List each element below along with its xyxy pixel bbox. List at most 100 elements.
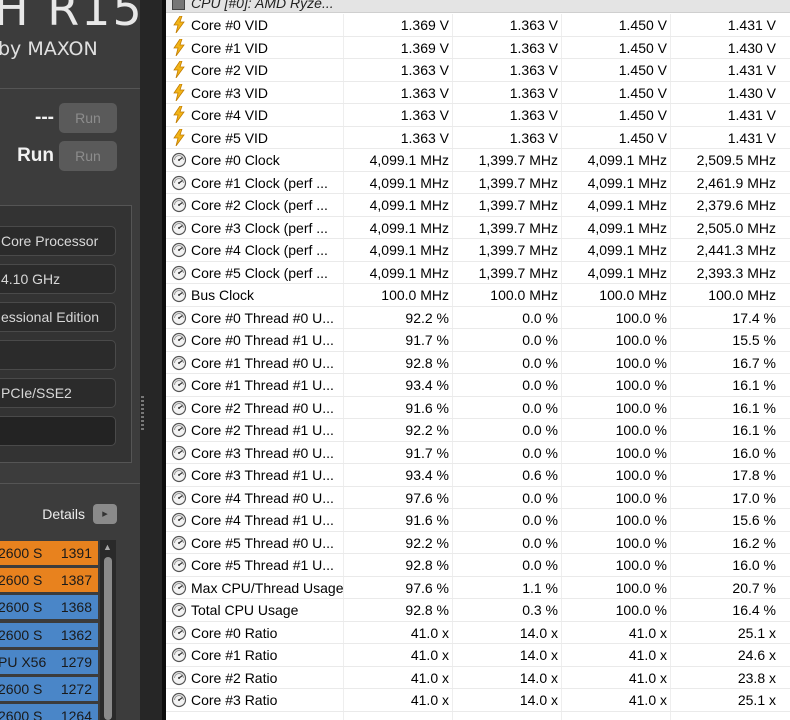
sensor-row[interactable]: Core #3 Thread #0 U... 91.7 % 0.0 % 100.0 %… bbox=[166, 442, 790, 464]
sensor-group-header[interactable]: CPU [#0]: AMD Ryze... bbox=[166, 0, 790, 13]
ranking-entry[interactable]: 2600 S 1368 bbox=[0, 595, 98, 620]
ranking-entry[interactable]: PU X56 1279 bbox=[0, 649, 98, 674]
sensor-row[interactable]: Max CPU/Thread Usage 97.6 % 1.1 % 100.0 % 20… bbox=[166, 577, 790, 599]
sensor-row[interactable]: Core #1 VID 1.369 V 1.363 V 1.450 V 1.430 V bbox=[166, 37, 790, 59]
run-row-cpu: Run Run bbox=[0, 141, 140, 171]
sensor-label: Core #3 Ratio bbox=[191, 692, 278, 708]
window-divider bbox=[140, 0, 162, 720]
run-button[interactable]: Run bbox=[59, 103, 117, 133]
sensor-current-value: 93.4 % bbox=[405, 377, 449, 393]
sensor-row[interactable]: Core #5 Clock (perf ... 4,099.1 MHz 1,399.… bbox=[166, 262, 790, 284]
sensor-average-value: 25.1 x bbox=[737, 692, 776, 708]
clock-field: 4.10 GHz bbox=[0, 264, 116, 294]
sensor-minimum-value: 0.0 % bbox=[522, 422, 558, 438]
sensor-row[interactable]: Core #0 Ratio 41.0 x 14.0 x 41.0 x 25.1 x bbox=[166, 622, 790, 644]
sensor-maximum-value: 41.0 x bbox=[628, 669, 667, 686]
details-button[interactable]: ▸ bbox=[93, 504, 117, 524]
sensor-label: Core #0 Thread #0 U... bbox=[191, 309, 334, 326]
sensor-rows: Core #0 VID 1.369 V 1.363 V 1.450 V 1.431 VC… bbox=[166, 14, 790, 712]
sensor-row[interactable]: Core #4 Clock (perf ... 4,099.1 MHz 1,399.… bbox=[166, 239, 790, 262]
ranking-entry[interactable]: 2600 S 1391 bbox=[0, 541, 98, 565]
ranking-entry[interactable]: 2600 S 1387 bbox=[0, 568, 98, 593]
sensor-row[interactable]: Core #1 Thread #0 U... 92.8 % 0.0 % 100.0 %… bbox=[166, 352, 790, 374]
sensor-label: Core #5 Clock (perf ... bbox=[191, 264, 328, 281]
sensor-maximum-value: 100.0 % bbox=[615, 332, 667, 348]
sensor-average-value: 1.430 V bbox=[727, 39, 776, 56]
sensor-maximum-value: 4,099.1 MHz bbox=[587, 264, 667, 281]
sensor-row[interactable]: Core #4 Thread #1 U... 91.6 % 0.0 % 100.0 %… bbox=[166, 509, 790, 532]
sensor-row[interactable]: Core #5 VID 1.363 V 1.363 V 1.450 V 1.431 V bbox=[166, 127, 790, 149]
sensor-row[interactable]: Core #1 Ratio 41.0 x 14.0 x 41.0 x 24.6 x bbox=[166, 644, 790, 667]
sensor-row[interactable]: Core #0 Thread #1 U... 91.7 % 0.0 % 100.0 %… bbox=[166, 329, 790, 352]
sensor-row[interactable]: Core #0 Clock 4,099.1 MHz 1,399.7 MHz 4,099… bbox=[166, 149, 790, 172]
sensor-row[interactable]: Total CPU Usage 92.8 % 0.3 % 100.0 % 16.4 % bbox=[166, 599, 790, 622]
gauge-icon bbox=[171, 669, 187, 686]
sensor-row[interactable]: Core #3 Clock (perf ... 4,099.1 MHz 1,399.… bbox=[166, 217, 790, 239]
sensor-label: Core #5 VID bbox=[191, 129, 269, 146]
sensor-current-value: 41.0 x bbox=[410, 647, 449, 663]
ranking-cpu-name: 2600 S bbox=[0, 545, 43, 561]
ranking-entry[interactable]: 2600 S 1362 bbox=[0, 622, 98, 647]
sensor-row[interactable]: Core #5 Thread #1 U... 92.8 % 0.0 % 100.0 %… bbox=[166, 554, 790, 577]
resize-grip-icon[interactable] bbox=[141, 396, 144, 432]
sensor-row[interactable]: Core #3 Ratio 41.0 x 14.0 x 41.0 x 25.1 x bbox=[166, 689, 790, 712]
sensor-maximum-value: 100.0 % bbox=[615, 602, 667, 618]
ranking-scroll-thumb[interactable] bbox=[104, 557, 112, 720]
sensor-row[interactable]: Core #1 Thread #1 U... 93.4 % 0.0 % 100.0 %… bbox=[166, 374, 790, 397]
sensor-current-value: 1.369 V bbox=[400, 17, 449, 33]
sensor-current-value: 1.363 V bbox=[400, 62, 449, 78]
sensor-average-value: 17.0 % bbox=[732, 489, 776, 506]
sensor-average-value: 2,461.9 MHz bbox=[696, 174, 776, 191]
app-logo-title: H R15 bbox=[0, 0, 140, 36]
sensor-row[interactable]: Core #3 Thread #1 U... 93.4 % 0.6 % 100.0 %… bbox=[166, 464, 790, 487]
ranking-score: 1362 bbox=[60, 626, 92, 643]
sensor-row[interactable]: Core #2 Thread #1 U... 92.2 % 0.0 % 100.0 %… bbox=[166, 419, 790, 442]
sensor-label: Core #3 VID bbox=[191, 84, 269, 101]
sensor-group-title: CPU [#0]: AMD Ryze... bbox=[191, 0, 334, 11]
app-logo-subtitle: by MAXON bbox=[0, 38, 98, 60]
sensor-minimum-value: 0.0 % bbox=[522, 377, 558, 393]
sensor-row[interactable]: Core #2 Thread #0 U... 91.6 % 0.0 % 100.0 %… bbox=[166, 397, 790, 419]
sensor-row[interactable]: Core #5 Thread #0 U... 92.2 % 0.0 % 100.0 %… bbox=[166, 532, 790, 554]
sensor-label: Core #4 VID bbox=[191, 107, 269, 123]
sensor-maximum-value: 1.450 V bbox=[618, 62, 667, 78]
sensor-row[interactable]: Core #1 Clock (perf ... 4,099.1 MHz 1,399.… bbox=[166, 172, 790, 194]
divider bbox=[0, 483, 140, 484]
os-field: essional Edition bbox=[0, 302, 116, 332]
sensor-row[interactable]: Core #3 VID 1.363 V 1.363 V 1.450 V 1.430 V bbox=[166, 82, 790, 104]
sensor-current-value: 4,099.1 MHz bbox=[369, 152, 449, 168]
run-button[interactable]: Run bbox=[59, 141, 117, 171]
ranking-entry[interactable]: 2600 S 1264 bbox=[0, 704, 98, 720]
sensor-average-value: 16.1 % bbox=[732, 399, 776, 416]
sensor-minimum-value: 0.0 % bbox=[522, 332, 558, 348]
sensor-row[interactable]: Bus Clock 100.0 MHz 100.0 MHz 100.0 MHz 100.… bbox=[166, 284, 790, 307]
sensor-minimum-value: 0.0 % bbox=[522, 512, 558, 528]
sensor-row[interactable]: Core #0 Thread #0 U... 92.2 % 0.0 % 100.0 %… bbox=[166, 307, 790, 329]
sensor-row[interactable]: Core #2 Ratio 41.0 x 14.0 x 41.0 x 23.8 x bbox=[166, 667, 790, 689]
sensor-row[interactable]: Core #4 VID 1.363 V 1.363 V 1.450 V 1.431 V bbox=[166, 104, 790, 127]
sensor-maximum-value: 100.0 % bbox=[615, 534, 667, 551]
scroll-up-icon[interactable]: ▲ bbox=[103, 542, 112, 552]
sensor-label: Core #0 Ratio bbox=[191, 624, 278, 641]
sensor-current-value: 91.6 % bbox=[405, 512, 449, 528]
gauge-icon bbox=[171, 354, 187, 371]
sensor-label: Core #2 VID bbox=[191, 62, 269, 78]
sensor-current-value: 91.7 % bbox=[405, 332, 449, 348]
cpu-icon bbox=[172, 0, 185, 10]
ranking-entry[interactable]: 2600 S 1272 bbox=[0, 677, 98, 701]
sensor-average-value: 2,505.0 MHz bbox=[696, 219, 776, 236]
sensor-minimum-value: 1.363 V bbox=[509, 17, 558, 33]
sensor-row[interactable]: Core #4 Thread #0 U... 97.6 % 0.0 % 100.0 %… bbox=[166, 487, 790, 509]
sensor-maximum-value: 100.0 % bbox=[615, 444, 667, 461]
sensor-minimum-value: 0.3 % bbox=[522, 602, 558, 618]
sensor-row[interactable]: Core #2 VID 1.363 V 1.363 V 1.450 V 1.431 V bbox=[166, 59, 790, 82]
sensor-average-value: 1.431 V bbox=[727, 107, 776, 123]
sensor-maximum-value: 100.0 % bbox=[615, 489, 667, 506]
ranking-cpu-name: 2600 S bbox=[0, 626, 43, 643]
sensor-minimum-value: 1,399.7 MHz bbox=[478, 174, 558, 191]
sensor-row[interactable]: Core #0 VID 1.369 V 1.363 V 1.450 V 1.431 V bbox=[166, 14, 790, 37]
gauge-icon bbox=[171, 286, 187, 303]
sensor-current-value: 92.2 % bbox=[405, 534, 449, 551]
sensor-row[interactable]: Core #2 Clock (perf ... 4,099.1 MHz 1,399.… bbox=[166, 194, 790, 217]
sensor-average-value: 16.4 % bbox=[732, 602, 776, 618]
